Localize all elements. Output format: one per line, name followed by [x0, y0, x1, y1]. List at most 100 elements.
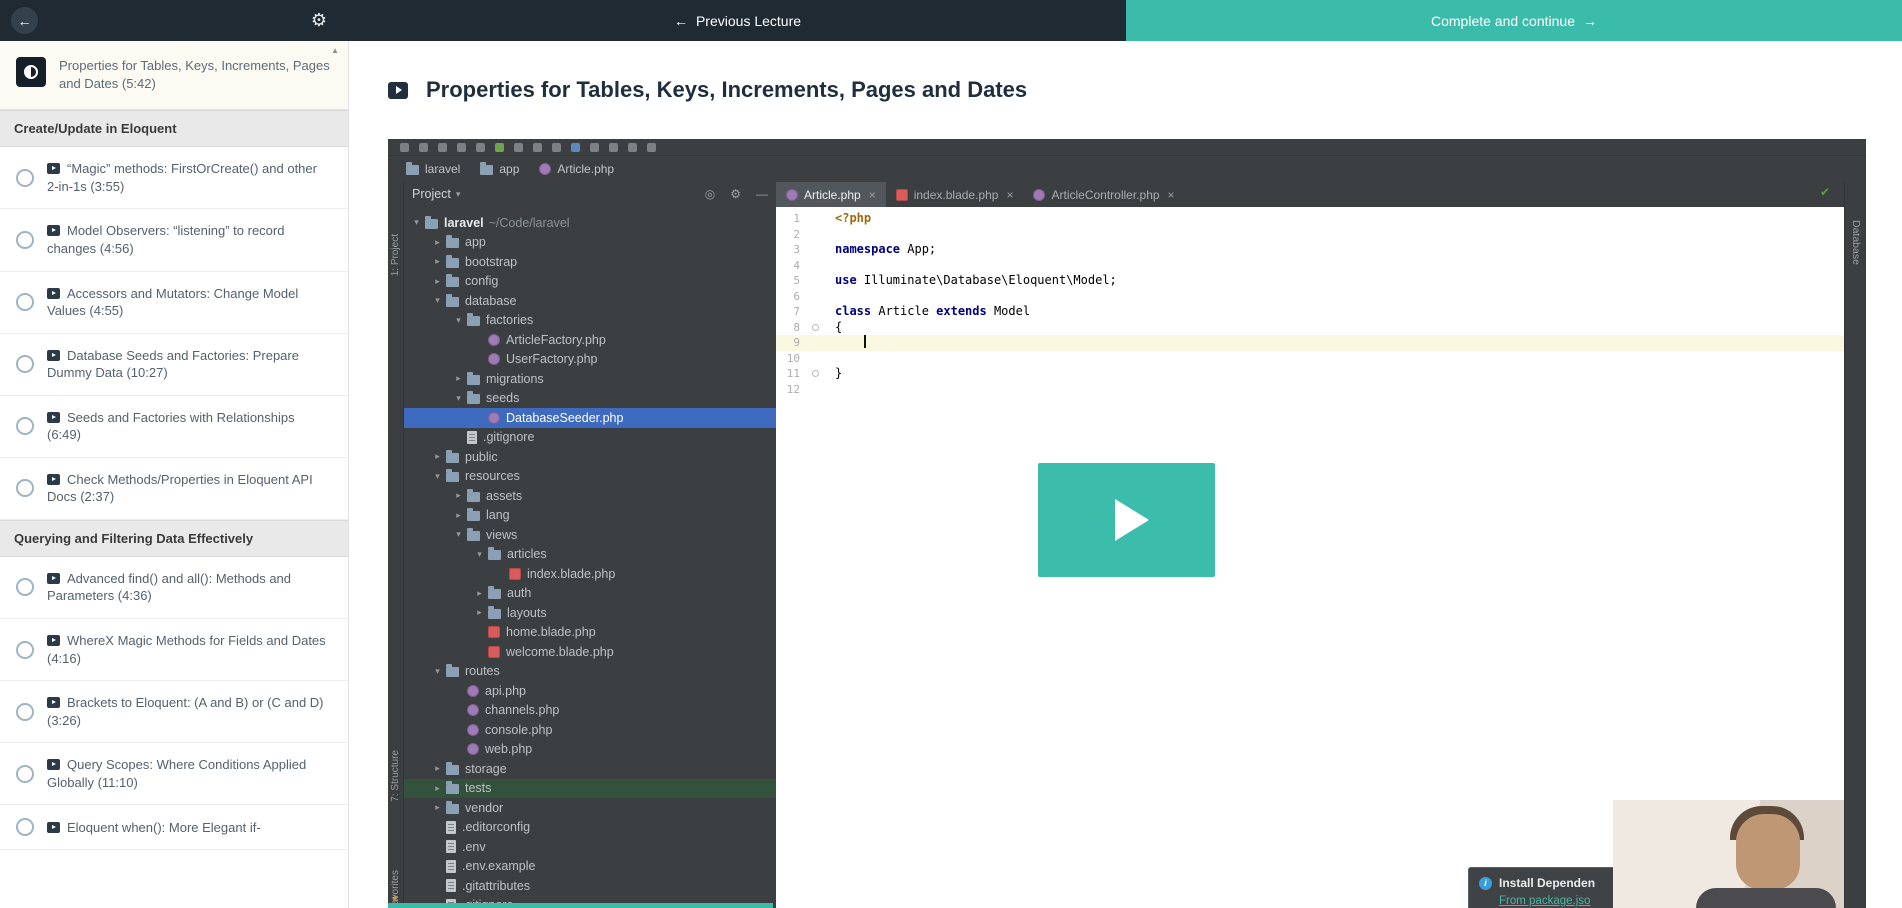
progress-circle-icon[interactable] [16, 641, 34, 659]
play-button[interactable] [1038, 463, 1215, 577]
tree-down-icon: ▾ [473, 549, 486, 560]
tree-right-icon: ▸ [452, 490, 465, 501]
fold-icon [812, 370, 819, 377]
lecture-item[interactable]: Model Observers: “listening” to record c… [0, 209, 348, 271]
scroll-up-icon[interactable]: ▲ [331, 46, 339, 55]
lecture-item-label: Accessors and Mutators: Change Model Val… [47, 285, 332, 320]
tree-item: home.blade.php [404, 623, 776, 643]
project-panel: Project ▾ ◎ ⚙ — ▾laravel~/Code/laravel▸a… [404, 182, 776, 908]
tree-item: .gitattributes [404, 876, 776, 896]
previous-lecture-button[interactable]: ← Previous Lecture [349, 0, 1126, 41]
section-header: Querying and Filtering Data Effectively [0, 520, 348, 557]
tree-item: .editorconfig [404, 818, 776, 838]
tree-item: index.blade.php [404, 564, 776, 584]
lecture-item[interactable]: WhereX Magic Methods for Fields and Date… [0, 619, 348, 681]
progress-circle-icon[interactable] [16, 703, 34, 721]
code-text: class Article extends Model [835, 304, 1030, 320]
lecture-item[interactable]: Query Scopes: Where Conditions Applied G… [0, 743, 348, 805]
toolbar-icon [628, 143, 637, 152]
code-text: { [835, 320, 842, 336]
tree-label: storage [465, 762, 507, 776]
back-arrow-icon: ← [674, 13, 688, 29]
tree-indent [473, 354, 486, 364]
progress-circle-icon[interactable] [16, 231, 34, 249]
tree-item: ▸app [404, 233, 776, 253]
line-number: 1 [776, 211, 800, 227]
breadcrumb-item: laravel [406, 162, 460, 176]
tree-right-icon: ▸ [431, 783, 444, 794]
lecture-item[interactable]: Accessors and Mutators: Change Model Val… [0, 272, 348, 334]
lecture-item[interactable]: Brackets to Eloquent: (A and B) or (C an… [0, 681, 348, 743]
fold-column [800, 382, 835, 398]
editor-tab: Article.php× [776, 182, 886, 207]
tree-label: DatabaseSeeder.php [506, 411, 623, 425]
back-button[interactable]: ← [11, 7, 38, 34]
lecture-item[interactable]: Database Seeds and Factories: Prepare Du… [0, 334, 348, 396]
tree-label: public [465, 450, 498, 464]
progress-circle-icon[interactable] [16, 293, 34, 311]
ide-right-strip: Database [1844, 182, 1866, 908]
tree-label: routes [465, 664, 500, 678]
php-icon [539, 163, 551, 175]
breadcrumb-item: Article.php [539, 162, 614, 176]
progress-circle-icon[interactable] [16, 765, 34, 783]
line-number: 6 [776, 289, 800, 305]
progress-circle-icon[interactable] [16, 417, 34, 435]
tree-label: UserFactory.php [506, 352, 597, 366]
fold-column [800, 273, 835, 289]
video-player[interactable]: laravelappArticle.php 1: Project 7: Stru… [388, 139, 1866, 908]
lecture-item-label: Advanced find() and all(): Methods and P… [47, 570, 332, 605]
lecture-item[interactable]: Seeds and Factories with Relationships (… [0, 396, 348, 458]
progress-circle-icon[interactable] [16, 818, 34, 836]
instructor-webcam-overlay [1613, 800, 1844, 908]
video-icon [47, 759, 60, 770]
lecture-item-label: Brackets to Eloquent: (A and B) or (C an… [47, 694, 332, 729]
line-number: 9 [776, 335, 800, 351]
folder-icon [467, 316, 480, 326]
progress-circle-icon[interactable] [16, 479, 34, 497]
tool-window-structure-label: 7: Structure [390, 750, 401, 802]
complete-continue-button[interactable]: Complete and continue → [1126, 0, 1902, 41]
notification-title: Install Dependen [1499, 876, 1595, 890]
tree-item: channels.php [404, 701, 776, 721]
folder-icon [467, 511, 480, 521]
tree-item: ▸tests [404, 779, 776, 799]
tree-item: ▸auth [404, 584, 776, 604]
progress-circle-icon[interactable] [16, 578, 34, 596]
tree-label: channels.php [485, 703, 559, 717]
tree-item: console.php [404, 720, 776, 740]
tree-item: ▾views [404, 525, 776, 545]
lecture-item[interactable]: Check Methods/Properties in Eloquent API… [0, 458, 348, 520]
tree-item: .env [404, 837, 776, 857]
line-number: 7 [776, 304, 800, 320]
tree-down-icon: ▾ [410, 217, 423, 228]
lecture-item-label: Query Scopes: Where Conditions Applied G… [47, 756, 332, 791]
progress-circle-icon[interactable] [16, 355, 34, 373]
lecture-item[interactable]: Eloquent when(): More Elegant if- [0, 805, 348, 850]
back-arrow-icon: ← [18, 13, 32, 29]
lecture-item[interactable]: Advanced find() and all(): Methods and P… [0, 557, 348, 619]
fold-column [800, 320, 835, 336]
tree-label: console.php [485, 723, 552, 737]
lecture-item-text: Accessors and Mutators: Change Model Val… [47, 286, 298, 319]
tree-indent [452, 705, 465, 715]
toolbar-icon [533, 143, 542, 152]
php-icon [488, 353, 500, 365]
lecture-item-text: Model Observers: “listening” to record c… [47, 223, 284, 256]
toolbar-icon [647, 143, 656, 152]
fold-column [800, 258, 835, 274]
folder-icon [406, 165, 419, 175]
video-progress-bar[interactable] [388, 903, 773, 908]
play-triangle-icon [1115, 499, 1149, 541]
locate-icon: ◎ [705, 187, 715, 201]
lecture-item[interactable]: “Magic” methods: FirstOrCreate() and oth… [0, 147, 348, 209]
tab-label: Article.php [804, 188, 861, 202]
code-line: 12 [776, 382, 1844, 398]
gear-icon[interactable]: ⚙ [311, 10, 327, 31]
fold-column [800, 351, 835, 367]
progress-circle-icon[interactable] [16, 169, 34, 187]
tree-label: .gitattributes [462, 879, 530, 893]
lecture-item-label: Model Observers: “listening” to record c… [47, 222, 332, 257]
breadcrumb-item: app [480, 162, 519, 176]
current-lecture-item[interactable]: Properties for Tables, Keys, Increments,… [0, 41, 348, 110]
